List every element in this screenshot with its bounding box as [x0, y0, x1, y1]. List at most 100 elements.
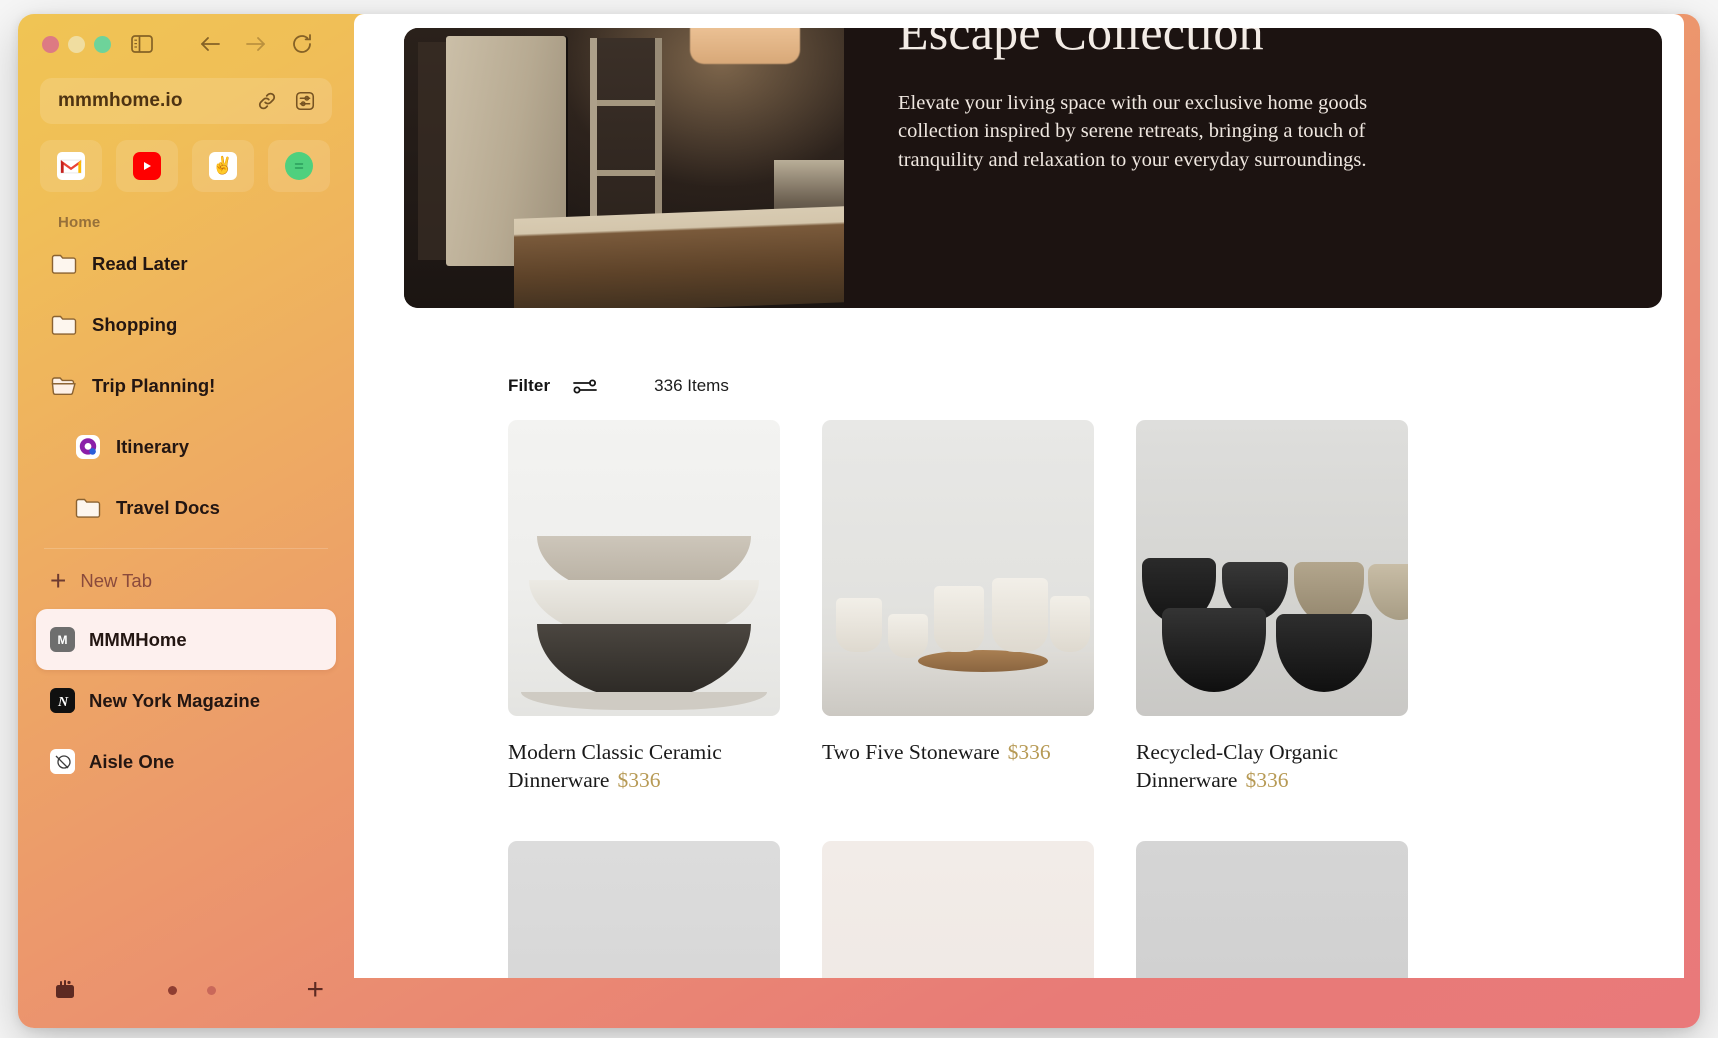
- sliders-icon[interactable]: [292, 88, 318, 114]
- product-image[interactable]: [1136, 420, 1408, 716]
- hero-banner: Escape Collection Elevate your living sp…: [404, 28, 1662, 308]
- tab-new-york-magazine[interactable]: N New York Magazine: [36, 670, 336, 731]
- folder-icon: [50, 311, 78, 339]
- app-icon: [74, 433, 102, 461]
- product-price: $336: [617, 768, 661, 793]
- product-title: Recycled-Clay Organic Dinnerware: [1136, 740, 1338, 793]
- product-caption: Two Five Stoneware $336: [822, 738, 1094, 766]
- product-card[interactable]: Modern Classic Ceramic Dinnerware $336: [508, 420, 780, 795]
- tab-mmmhome[interactable]: M MMMHome: [36, 609, 336, 670]
- angellist-icon: ✌: [209, 152, 237, 180]
- product-image[interactable]: [1136, 840, 1408, 978]
- pinned-youtube[interactable]: [116, 140, 178, 192]
- product-card[interactable]: [822, 840, 1094, 978]
- product-caption: Recycled-Clay Organic Dinnerware $336: [1136, 738, 1408, 795]
- product-grid: Modern Classic Ceramic Dinnerware $336 T…: [508, 420, 1684, 795]
- arrow-right-icon[interactable]: [241, 29, 271, 59]
- folder-icon: [50, 250, 78, 278]
- space-pager[interactable]: [78, 985, 306, 995]
- green-app-icon: [285, 152, 313, 180]
- hero-title: Escape Collection: [898, 28, 1264, 60]
- hero-shelf-shape: [590, 38, 662, 250]
- product-card[interactable]: Recycled-Clay Organic Dinnerware $336: [1136, 420, 1408, 795]
- product-card[interactable]: [1136, 840, 1408, 978]
- new-space-plus-icon[interactable]: +: [306, 975, 324, 1005]
- window-titlebar: [18, 14, 354, 74]
- product-image[interactable]: [822, 420, 1094, 716]
- product-image[interactable]: [508, 840, 780, 978]
- product-grid-row2: [508, 840, 1684, 978]
- reload-icon[interactable]: [287, 29, 317, 59]
- browser-window: mmmhome.io ✌ Home Read Later Shopping Tr…: [18, 14, 1700, 1028]
- link-icon[interactable]: [254, 88, 280, 114]
- tab-list: M MMMHome N New York Magazine Aisle One: [18, 609, 354, 792]
- close-button[interactable]: [42, 35, 59, 53]
- plus-icon: +: [50, 565, 67, 596]
- hero-description: Elevate your living space with our exclu…: [898, 92, 1368, 171]
- tab-label: Aisle One: [89, 750, 175, 772]
- mmmhome-favicon: M: [50, 627, 75, 652]
- sidebar-item-shopping[interactable]: Shopping: [36, 294, 336, 355]
- sidebar-item-label: Shopping: [92, 313, 178, 335]
- page-scroll-area[interactable]: Escape Collection Elevate your living sp…: [354, 28, 1684, 978]
- arrow-left-icon[interactable]: [195, 29, 225, 59]
- folder-open-icon: [50, 372, 78, 400]
- pinned-green-app[interactable]: [268, 140, 330, 192]
- product-card[interactable]: Two Five Stoneware $336: [822, 420, 1094, 795]
- sidebar-section-label: Home: [58, 214, 101, 231]
- filter-toolbar: Filter 336 Items: [508, 376, 1684, 396]
- product-price: $336: [1007, 740, 1051, 764]
- sidebar-item-label: Read Later: [92, 252, 188, 274]
- items-count: 336 Items: [654, 376, 729, 395]
- url-text: mmmhome.io: [58, 90, 183, 111]
- filter-label[interactable]: Filter: [508, 376, 550, 396]
- gmail-icon: [57, 152, 85, 180]
- product-image[interactable]: [508, 420, 780, 716]
- product-card[interactable]: [508, 840, 780, 978]
- sliders-horizontal-icon[interactable]: [572, 377, 598, 395]
- sidebar-divider: [44, 548, 328, 549]
- address-bar[interactable]: mmmhome.io: [40, 78, 332, 124]
- sidebar-item-read-later[interactable]: Read Later: [36, 233, 336, 294]
- product-title: Two Five Stoneware: [822, 740, 1000, 764]
- hero-stove-shape: [774, 160, 844, 250]
- pinned-gmail[interactable]: [40, 140, 102, 192]
- product-price: $336: [1245, 768, 1289, 793]
- nymag-favicon: N: [50, 688, 75, 713]
- product-caption: Modern Classic Ceramic Dinnerware $336: [508, 738, 780, 795]
- zoom-button[interactable]: [94, 35, 111, 53]
- new-tab-button[interactable]: + New Tab: [18, 553, 354, 609]
- hero-text-block: Escape Collection Elevate your living sp…: [844, 28, 1662, 308]
- product-image[interactable]: [822, 840, 1094, 978]
- space-dot-active[interactable]: [168, 985, 178, 995]
- address-bar-actions: [254, 88, 318, 114]
- sidebar-item-itinerary[interactable]: Itinerary: [36, 416, 336, 477]
- hero-lamp-shape: [690, 28, 800, 64]
- product-title: Modern Classic Ceramic Dinnerware: [508, 740, 722, 793]
- window-controls: [42, 35, 111, 53]
- sidebar-item-label: Itinerary: [116, 435, 190, 457]
- minimize-button[interactable]: [68, 35, 85, 53]
- sidebar-item-trip-planning[interactable]: Trip Planning!: [36, 355, 336, 416]
- youtube-icon: [133, 152, 161, 180]
- sidebar-item-label: Trip Planning!: [92, 374, 216, 396]
- new-tab-label: New Tab: [80, 570, 153, 591]
- browser-sidebar: mmmhome.io ✌ Home Read Later Shopping Tr…: [18, 14, 354, 1028]
- tab-label: MMMHome: [89, 628, 187, 650]
- svg-text:N: N: [56, 695, 68, 710]
- tab-label: New York Magazine: [89, 689, 261, 711]
- pinned-angellist[interactable]: ✌: [192, 140, 254, 192]
- web-content: Escape Collection Elevate your living sp…: [354, 14, 1684, 978]
- desktop-background: mmmhome.io ✌ Home Read Later Shopping Tr…: [0, 0, 1718, 1038]
- sidebar-item-label: Travel Docs: [116, 496, 220, 518]
- archive-box-icon[interactable]: [52, 977, 78, 1003]
- aisleone-favicon: [50, 749, 75, 774]
- sidebar-item-travel-docs[interactable]: Travel Docs: [36, 477, 336, 538]
- sidebar-bottom-bar: +: [18, 952, 354, 1028]
- space-dot[interactable]: [207, 985, 217, 995]
- navigation-controls: [195, 29, 317, 59]
- sidebar-toggle-icon[interactable]: [127, 29, 157, 59]
- favorites-list: Read Later Shopping Trip Planning! Itine…: [18, 233, 354, 538]
- tab-aisle-one[interactable]: Aisle One: [36, 731, 336, 792]
